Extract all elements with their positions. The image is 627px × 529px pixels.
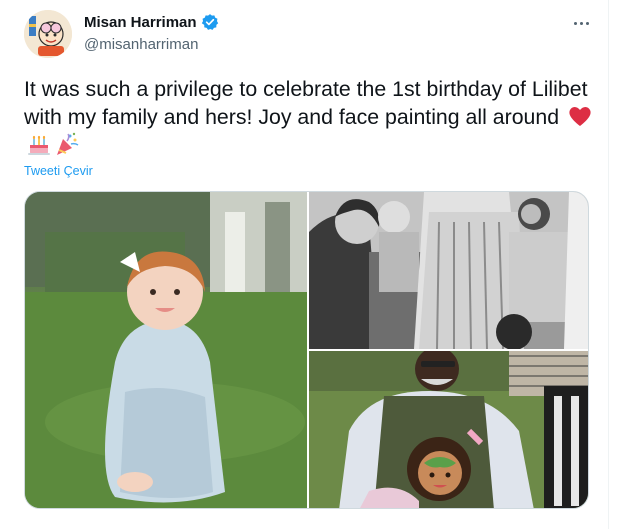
author-handle[interactable]: @misanharriman [84,36,198,53]
tweet-body: It was such a privilege to celebrate the… [24,77,588,129]
photo-baby-on-grass[interactable] [25,192,307,508]
tweet-text: It was such a privilege to celebrate the… [24,75,594,159]
media-grid [24,191,589,509]
avatar[interactable] [24,10,72,58]
author-name-row: Misan Harriman [84,13,219,31]
verified-badge-icon [201,13,219,31]
author-name[interactable]: Misan Harriman [84,14,197,31]
photo-man-with-child[interactable] [309,351,588,508]
photo-family-black-white[interactable] [309,192,588,349]
party-popper-icon [54,131,80,157]
more-options-icon[interactable] [568,12,594,34]
tweet-card: Misan Harriman @misanharriman It was suc… [0,0,609,529]
red-heart-icon [567,103,593,129]
translate-tweet-link[interactable]: Tweeti Çevir [24,164,93,178]
birthday-cake-icon [26,131,52,157]
